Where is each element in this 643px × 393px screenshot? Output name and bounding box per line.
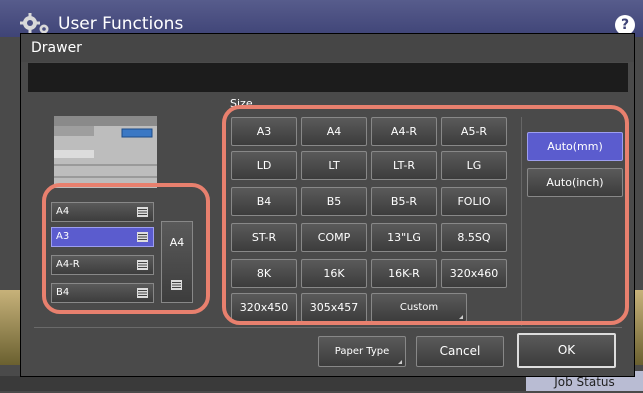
size-highlight [222,105,629,325]
dialog-title: Drawer [21,34,634,62]
bottom-bar [0,376,526,391]
expand-corner-icon [398,360,402,364]
machine-illustration [54,116,157,188]
background-strip [635,290,643,365]
paper-type-button[interactable]: Paper Type [318,336,406,367]
top-bar: User Functions ? [0,0,643,37]
cancel-button[interactable]: Cancel [416,336,504,367]
app-title: User Functions [58,14,184,34]
paper-type-label: Paper Type [334,346,390,357]
ok-button[interactable]: OK [517,333,616,368]
message-bar [28,63,628,92]
drawer-dialog: Drawer Size A4 A3 A4-R B4 A4 A3 A4 A4-R … [20,33,635,377]
background-strip [0,290,20,365]
divider [34,327,622,328]
drawer-highlight [42,183,210,314]
help-button[interactable]: ? [615,15,635,35]
